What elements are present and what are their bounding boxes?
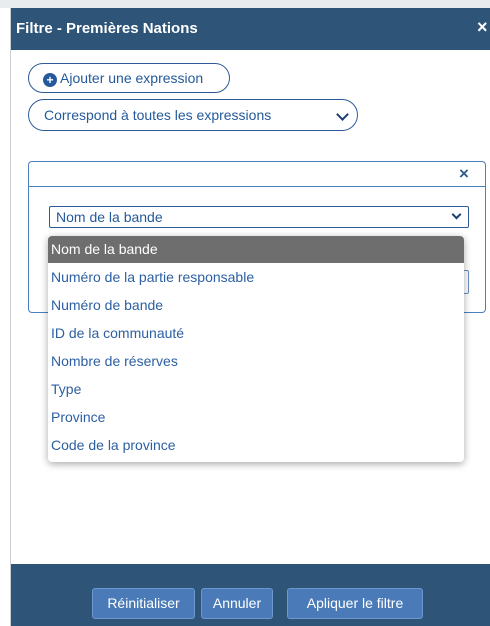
add-expression-button[interactable]: + Ajouter une expression (28, 63, 230, 93)
dropdown-option[interactable]: Code de la province (48, 431, 464, 459)
field-select[interactable]: Nom de la bande (49, 206, 469, 228)
chevron-down-icon (451, 209, 462, 220)
field-select-value: Nom de la bande (56, 209, 163, 225)
apply-filter-button[interactable]: Apliquer le filtre (287, 588, 423, 619)
cancel-button[interactable]: Annuler (201, 588, 273, 619)
dialog-close-icon[interactable]: × (477, 17, 490, 38)
plus-circle-icon: + (43, 73, 57, 87)
background-page (0, 0, 490, 8)
dropdown-option[interactable]: Numéro de la partie responsable (48, 263, 464, 291)
add-expression-label: Ajouter une expression (60, 70, 204, 86)
field-dropdown-list: Nom de la bande Numéro de la partie respo… (48, 236, 464, 462)
reset-button[interactable]: Réinitialiser (92, 588, 195, 619)
dropdown-option[interactable]: Type (48, 375, 464, 403)
dropdown-option[interactable]: Numéro de bande (48, 291, 464, 319)
dropdown-option[interactable]: Province (48, 403, 464, 431)
dialog-title: Filtre - Premières Nations (16, 20, 198, 37)
dropdown-option[interactable]: Nom de la bande (48, 236, 464, 263)
remove-expression-icon[interactable]: × (459, 164, 469, 184)
dialog-footer: Réinitialiser Annuler Apliquer le filtre (11, 564, 490, 626)
dropdown-option[interactable]: Nombre de réserves (48, 347, 464, 375)
dropdown-option[interactable]: ID de la communauté (48, 319, 464, 347)
chevron-down-icon (336, 108, 349, 121)
match-mode-value: Correspond à toutes les expressions (44, 107, 272, 123)
dialog-titlebar: Filtre - Premières Nations × (11, 8, 490, 50)
expression-header: × (29, 162, 485, 187)
match-mode-select[interactable]: Correspond à toutes les expressions (28, 99, 358, 131)
